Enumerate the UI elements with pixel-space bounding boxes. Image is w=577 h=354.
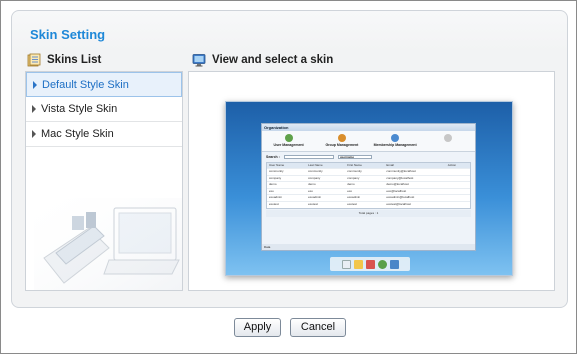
table-cell: exotest@localhost: [386, 201, 411, 206]
table-cell: [446, 195, 470, 201]
column-header: Email: [386, 163, 394, 167]
monitor-icon: [192, 53, 206, 67]
table-row: exo exo exo exo@localhost: [267, 187, 470, 195]
preview-status: Data: [262, 244, 475, 250]
table-row: demo demo demo demo@localhost: [267, 181, 470, 188]
skin-item-default[interactable]: Default Style Skin: [26, 72, 182, 97]
table-cell: company: [347, 175, 360, 180]
preview-window: Organization User Management Group Manag…: [261, 123, 476, 251]
table-cell: demo@localhost: [386, 182, 409, 187]
table-cell: [446, 189, 470, 195]
preview-table-header: User Name Last Name First Name Email Act…: [267, 163, 470, 168]
table-cell: company: [269, 175, 282, 180]
table-cell: demo: [269, 182, 277, 187]
table-cell: exotest: [308, 201, 318, 206]
skins-list-title: Skins List: [47, 54, 102, 66]
table-cell: exo: [347, 188, 353, 193]
preview-tabs: User Management Group Management Members…: [262, 131, 475, 152]
column-header: User Name: [269, 163, 285, 167]
table-cell: demo: [347, 182, 355, 187]
preview-search: Search : username: [262, 152, 475, 161]
apply-button[interactable]: Apply: [234, 318, 281, 337]
column-header: First Name: [347, 163, 362, 167]
table-cell: community@localhost: [386, 169, 416, 173]
skin-item-vista[interactable]: Vista Style Skin: [26, 97, 182, 122]
skin-item-mac[interactable]: Mac Style Skin: [26, 122, 182, 147]
note-icon: [353, 259, 363, 269]
globe-icon: [377, 259, 387, 269]
preview-tab: User Management: [262, 131, 315, 151]
table-cell: exo: [308, 188, 313, 193]
table-cell: exo@localhost: [386, 188, 407, 193]
table-cell: exotest: [347, 201, 357, 206]
preview-tab: [422, 131, 475, 151]
table-row: exoadmin exoadmin exoadmin exoadmin@loca…: [267, 194, 470, 201]
folder-icon: [341, 259, 351, 269]
panel-title: Skin Setting: [30, 27, 106, 42]
skin-item-label: Mac Style Skin: [41, 128, 114, 140]
table-cell: [446, 202, 470, 208]
column-header: Last Name: [308, 163, 323, 167]
preview-taskbar: [330, 257, 410, 271]
table-row: community community community community@…: [267, 168, 470, 175]
column-header: Action: [447, 163, 457, 167]
table-cell: company: [308, 175, 321, 180]
table-cell: [446, 182, 470, 188]
skin-item-label: Vista Style Skin: [41, 103, 118, 115]
monitor-icon: [389, 259, 399, 269]
preview-user-table: User Name Last Name First Name Email Act…: [266, 162, 471, 209]
table-cell: exoadmin: [347, 195, 361, 200]
preview-tab: Group Management: [315, 131, 368, 151]
skins-illustration-icon: [34, 198, 182, 290]
view-select-title: View and select a skin: [212, 54, 334, 66]
table-cell: [446, 169, 470, 175]
preview-tab: Membership Management: [369, 131, 422, 151]
tools-icon: [365, 259, 375, 269]
skin-preview-thumbnail[interactable]: Organization User Management Group Manag…: [225, 101, 513, 276]
table-cell: exotest: [269, 201, 279, 206]
table-cell: community: [308, 169, 323, 173]
skin-preview-area: Organization User Management Group Manag…: [188, 71, 555, 291]
table-cell: exoadmin: [308, 195, 322, 200]
table-row: exotest exotest exotest exotest@localhos…: [267, 200, 470, 208]
caret-right-icon: [32, 105, 36, 113]
preview-pager: Total pages : 1: [266, 209, 471, 217]
caret-right-icon: [33, 80, 37, 89]
table-cell: demo: [308, 182, 316, 187]
preview-window-title: Organization: [262, 124, 475, 131]
cancel-button[interactable]: Cancel: [290, 318, 346, 337]
skins-list-icon: [27, 53, 41, 67]
preview-search-box: [283, 154, 334, 159]
caret-right-icon: [32, 130, 36, 138]
table-cell: community: [347, 169, 362, 173]
preview-search-label: Search :: [266, 154, 280, 159]
skins-list-header: Skins List: [27, 53, 101, 67]
preview-search-select: username: [337, 154, 372, 159]
table-cell: community: [269, 169, 284, 173]
table-row: company company company company@localhos…: [267, 174, 470, 182]
view-select-header: View and select a skin: [192, 53, 333, 67]
table-cell: exo: [269, 188, 274, 193]
skins-list: Default Style Skin Vista Style Skin Mac …: [25, 71, 183, 291]
table-cell: exoadmin: [269, 195, 283, 200]
dialog-frame: Skin Setting Skins List View and select …: [0, 0, 577, 354]
table-cell: [446, 176, 470, 182]
skin-item-label: Default Style Skin: [42, 78, 129, 91]
table-cell: exoadmin@localhost: [386, 195, 415, 200]
table-cell: company@localhost: [386, 175, 414, 180]
